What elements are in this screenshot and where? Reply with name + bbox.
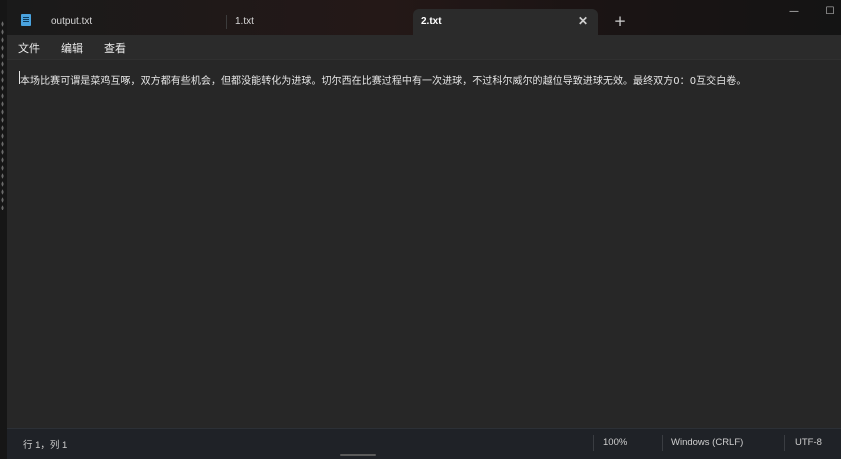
status-divider — [784, 435, 785, 451]
tab-label: output.txt — [51, 16, 93, 27]
tab-1-txt[interactable]: 1.txt — [227, 9, 413, 35]
tab-label: 2.txt — [421, 16, 442, 27]
notepad-window: output.txt 1.txt 2.txt ✕ + — ☐ 文件 编辑 查看 … — [0, 0, 841, 459]
menu-edit[interactable]: 编辑 — [61, 40, 83, 56]
status-divider — [662, 435, 663, 451]
resize-grip[interactable] — [340, 454, 376, 456]
menu-view[interactable]: 查看 — [104, 40, 126, 56]
editor-content[interactable]: 本场比赛可谓是菜鸡互啄，双方都有些机会，但都没能转化为进球。切尔西在比赛过程中有… — [20, 72, 746, 87]
close-icon[interactable]: ✕ — [578, 14, 588, 28]
cursor-position: 行 1，列 1 — [23, 440, 68, 451]
zoom-level[interactable]: 100% — [603, 437, 627, 448]
encoding[interactable]: UTF-8 — [795, 437, 822, 448]
minimize-button[interactable]: — — [784, 4, 804, 20]
text-editor[interactable]: 本场比赛可谓是菜鸡互啄，双方都有些机会，但都没能转化为进球。切尔西在比赛过程中有… — [7, 59, 841, 428]
status-divider — [593, 435, 594, 451]
background-window-edge — [0, 0, 7, 459]
line-ending[interactable]: Windows (CRLF) — [671, 437, 743, 448]
notepad-icon — [21, 14, 31, 26]
maximize-button[interactable]: ☐ — [820, 4, 840, 20]
dotted-edge-decoration — [1, 20, 4, 210]
tab-bar: output.txt 1.txt 2.txt ✕ + — ☐ — [7, 0, 841, 35]
plus-icon[interactable]: + — [610, 11, 630, 31]
menu-bar: 文件 编辑 查看 — [7, 35, 841, 59]
tab-label: 1.txt — [235, 16, 254, 27]
tab-2-txt[interactable]: 2.txt ✕ — [413, 9, 598, 35]
menu-file[interactable]: 文件 — [18, 40, 40, 56]
tab-output-txt[interactable]: output.txt — [41, 9, 226, 35]
status-bar: 行 1，列 1 100% Windows (CRLF) UTF-8 — [7, 428, 841, 459]
